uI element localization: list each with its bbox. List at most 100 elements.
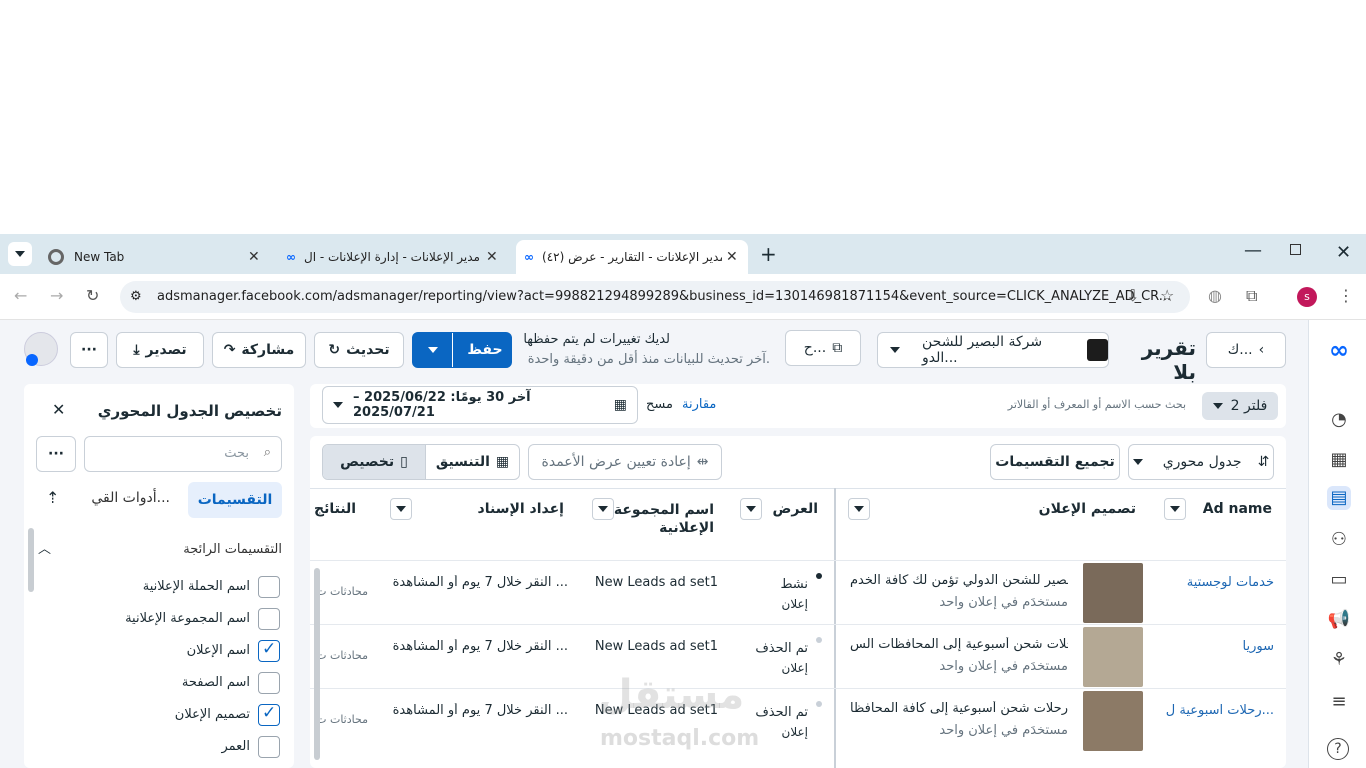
panel-search-input[interactable]: ⌕ بحث <box>84 436 282 472</box>
table-icon[interactable]: ▦ <box>1327 448 1351 472</box>
tab-breakdowns[interactable]: التقسيمات <box>188 482 282 518</box>
ad-name-link[interactable]: سوريا <box>1152 639 1274 654</box>
close-icon[interactable]: ✕ <box>486 249 498 265</box>
panel-more-button[interactable]: ··· <box>36 436 76 472</box>
attribution-setting: النقر خلال 7 يوم أو المشاهدة ... <box>392 703 568 718</box>
ad-name-link[interactable]: رحلات اسبوعية ل... <box>1152 703 1274 718</box>
checkbox[interactable] <box>258 576 280 598</box>
checkbox[interactable] <box>258 736 280 758</box>
delivery-status: تم الحذف <box>755 705 808 720</box>
filter-bar: 2 فلتر بحث حسب الاسم أو المعرف أو القالا… <box>310 384 1286 428</box>
help-icon[interactable]: ? <box>1327 738 1349 760</box>
section-collapse-icon[interactable]: ︿ <box>38 538 51 557</box>
save-button[interactable]: حفظ <box>412 332 512 368</box>
format-button[interactable]: التنسيق ▦ <box>425 445 519 479</box>
back-icon[interactable]: ← <box>14 286 27 305</box>
tab-reporting[interactable]: ∞ (٤٢) مدير الإعلانات - التقارير - عرض ✕ <box>516 240 748 274</box>
checkbox[interactable] <box>258 703 280 726</box>
install-icon[interactable]: ⇩ <box>1126 286 1139 305</box>
sort-dropdown[interactable] <box>390 498 412 520</box>
dashboard-icon[interactable]: ◔ <box>1327 408 1351 432</box>
all-tools-icon[interactable]: ≡ <box>1327 690 1351 714</box>
forward-icon[interactable]: → <box>50 286 63 305</box>
filter-search-input[interactable]: بحث حسب الاسم أو المعرف أو القالاتر <box>886 398 1186 411</box>
tab-tools[interactable]: أدوات القي... <box>91 490 170 506</box>
campaigns-icon[interactable]: 📢 <box>1327 608 1351 632</box>
column-adset-name[interactable]: اسم المجموعة الإعلانية <box>610 488 714 560</box>
format-icon: ▦ <box>495 454 510 470</box>
tab-ads-manager[interactable]: ∞ مدير الإعلانات - إدارة الإعلانات - ال … <box>278 240 510 274</box>
bookmark-star-icon[interactable]: ☆ <box>1160 286 1174 305</box>
checkbox[interactable] <box>258 672 280 694</box>
horizontal-scrollbar[interactable] <box>314 568 320 760</box>
events-icon[interactable]: ⚘ <box>1327 648 1351 672</box>
tab-list-button[interactable] <box>8 242 32 266</box>
format-customize-group: تخصيص ▯ التنسيق ▦ <box>322 444 520 480</box>
group-breakdowns-button[interactable]: تجميع التقسيمات <box>990 444 1120 480</box>
profile-avatar[interactable]: s <box>1297 287 1317 307</box>
creative-thumbnail[interactable] <box>1083 627 1143 687</box>
close-icon[interactable]: ✕ <box>248 249 260 265</box>
delivery-level: إعلان <box>781 597 808 611</box>
billing-icon[interactable]: ▭ <box>1327 568 1351 592</box>
filter-count-button[interactable]: 2 فلتر <box>1202 392 1278 420</box>
chevron-down-icon <box>15 251 25 257</box>
site-settings-icon[interactable]: ⚙ <box>130 281 142 313</box>
breakdown-item[interactable]: اسم الحملة الإعلانية <box>44 576 282 600</box>
table-row[interactable]: خدمات لوجستية البصير للشحن الدولي تؤمن ل… <box>310 560 1286 624</box>
date-range-picker[interactable]: آخر 30 يومًا: 2025/06/22 – 2025/07/21 ▦ <box>322 386 638 424</box>
audiences-icon[interactable]: ⚇ <box>1327 528 1351 552</box>
breakdown-item[interactable]: تصميم الإعلان <box>44 703 282 728</box>
clear-link[interactable]: مسح <box>646 397 673 412</box>
account-avatar <box>1087 339 1108 361</box>
view-selector[interactable]: ح... ⧉ <box>785 330 861 366</box>
breakdown-item[interactable]: اسم المجموعة الإعلانية <box>44 608 282 632</box>
tab-new-tab[interactable]: New Tab ✕ <box>40 240 270 274</box>
reports-icon[interactable]: ▤ <box>1327 486 1351 510</box>
breakdown-item[interactable]: العمر <box>44 736 282 760</box>
column-ad-creative[interactable]: تصميم الإعلان <box>870 488 1136 560</box>
close-icon[interactable]: ✕ <box>52 400 65 419</box>
breakdown-item[interactable]: اسم الصفحة <box>44 672 282 696</box>
close-window-button[interactable]: ✕ <box>1336 242 1351 263</box>
sort-dropdown[interactable] <box>740 498 762 520</box>
checkbox[interactable] <box>258 608 280 630</box>
menu-icon[interactable]: ⋮ <box>1338 286 1354 305</box>
restore-button[interactable] <box>1290 244 1301 255</box>
sort-dropdown[interactable] <box>848 498 870 520</box>
save-dropdown[interactable] <box>413 333 453 367</box>
table-row[interactable]: سوريا رحلات شحن أسبوعية إلى المحافظات ال… <box>310 624 1286 688</box>
ad-name-link[interactable]: خدمات لوجستية <box>1152 575 1274 590</box>
checkbox[interactable] <box>258 639 280 662</box>
sort-icon[interactable]: ⇡ <box>46 488 59 507</box>
column-results[interactable]: النتائج <box>314 488 356 560</box>
minimize-button[interactable]: — <box>1244 240 1262 261</box>
meta-logo-icon[interactable]: ∞ <box>1327 338 1351 362</box>
results-value: محادثات ت <box>316 713 368 726</box>
view-type-selector[interactable]: جدول محوري ⇵ <box>1128 444 1274 480</box>
address-bar[interactable]: ⚙ adsmanager.facebook.com/adsmanager/rep… <box>120 281 1190 313</box>
reset-columns-button[interactable]: إعادة تعيين عرض الأعمدة ⇹ <box>528 444 722 480</box>
sort-dropdown[interactable] <box>1164 498 1186 520</box>
export-button[interactable]: ⤓ تصدير <box>116 332 204 368</box>
column-attribution[interactable]: إعداد الإسناد <box>420 488 564 560</box>
new-tab-button[interactable]: + <box>760 242 777 266</box>
creative-thumbnail[interactable] <box>1083 691 1143 751</box>
share-button[interactable]: ↷ مشاركة <box>212 332 306 368</box>
panel-scrollbar[interactable] <box>28 528 34 592</box>
extensions-icon[interactable]: ⧉ <box>1246 286 1257 306</box>
back-breadcrumb-button[interactable]: ك... ‹ <box>1206 332 1286 368</box>
globe-icon[interactable]: ◍ <box>1208 286 1222 305</box>
column-delivery[interactable]: العرض <box>762 488 819 560</box>
refresh-button[interactable]: ↻ تحديث <box>314 332 404 368</box>
reload-icon[interactable]: ↻ <box>86 286 99 305</box>
creative-thumbnail[interactable] <box>1083 563 1143 623</box>
account-selector[interactable]: شركة البصير للشحن الدو... <box>877 332 1109 368</box>
breakdown-item[interactable]: اسم الإعلان <box>44 639 282 664</box>
close-icon[interactable]: ✕ <box>726 249 738 265</box>
table-row[interactable]: رحلات اسبوعية ل... رحلات شحن أسبوعية إلى… <box>310 688 1286 752</box>
customize-button[interactable]: تخصيص ▯ <box>323 445 425 479</box>
sort-dropdown[interactable] <box>592 498 614 520</box>
more-button[interactable]: ··· <box>70 332 108 368</box>
compare-link[interactable]: مقارنة <box>682 397 716 412</box>
